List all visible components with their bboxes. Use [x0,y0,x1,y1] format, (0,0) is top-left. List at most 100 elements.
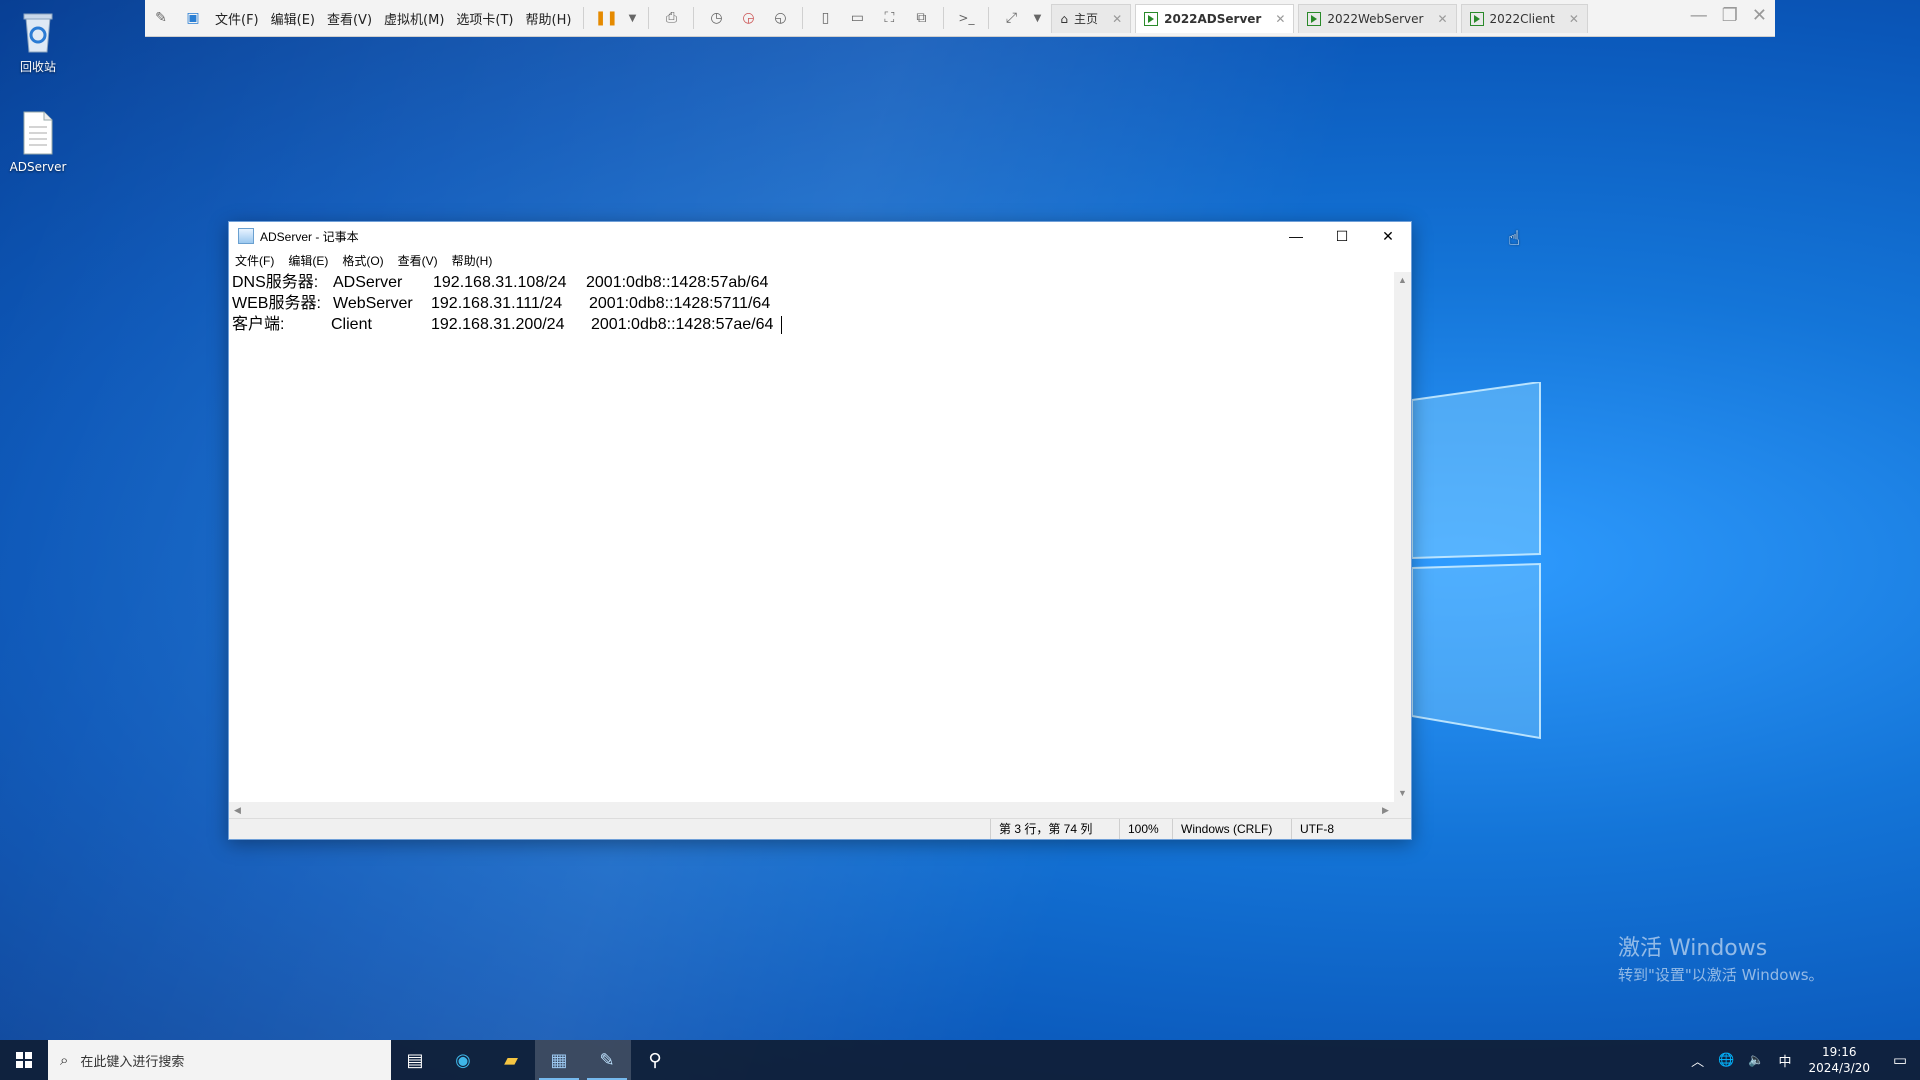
vm-running-icon [1469,11,1484,26]
menu-format[interactable]: 格式(O) [342,252,383,269]
clock-date: 2024/3/20 [1808,1061,1870,1075]
network-icon: ⚲ [648,1049,662,1071]
menu-help[interactable]: 帮助(H) [452,252,493,269]
role-text: 客户端: [232,316,285,333]
menu-view[interactable]: 查看(V) [398,252,438,269]
stretch-dropdown-icon[interactable]: ▼ [1032,7,1042,29]
task-view-icon: ▤ [406,1049,424,1071]
recycle-bin-label: 回收站 [19,60,56,74]
file-explorer-button[interactable]: ▰ [487,1040,535,1080]
vmware-logo-icon: ▣ [186,10,200,26]
vm-running-icon [1144,11,1159,26]
send-ctrl-alt-del-icon[interactable]: ⎙ [660,7,682,29]
separator [583,7,585,29]
edge-button[interactable]: ◉ [439,1040,487,1080]
start-button[interactable] [0,1040,48,1080]
snapshot-manager-icon[interactable]: ◵ [769,7,791,29]
vm-menu-vm[interactable]: 虚拟机(M) [378,9,450,28]
tab-home[interactable]: ⌂ 主页 ✕ [1051,3,1132,33]
status-cursor-position: 第 3 行，第 74 列 [990,819,1119,839]
text-editor[interactable]: DNS服务器: ADServer 192.168.31.108/24 2001:… [232,272,1392,802]
scroll-right-icon[interactable]: ▶ [1377,802,1394,819]
network-status-icon[interactable]: 🌐 [1718,1053,1734,1068]
notepad-menubar: 文件(F) 编辑(E) 格式(O) 查看(V) 帮助(H) [229,250,1411,270]
vertical-scrollbar[interactable]: ▲ ▼ [1394,272,1411,802]
unity-icon[interactable]: ⧉ [910,7,932,29]
vm-menu-view[interactable]: 查看(V) [321,9,378,28]
scroll-left-icon[interactable]: ◀ [229,802,246,819]
adserver-file-shortcut[interactable]: ADServer [0,110,76,174]
notification-center-button[interactable]: ▭ [1880,1051,1920,1069]
role-text: DNS服务器: [232,274,319,291]
notepad-icon [238,228,254,244]
clock[interactable]: 19:16 2024/3/20 [1808,1044,1870,1076]
ipv4-text: 192.168.31.200/24 [431,316,565,333]
vm-menu-edit[interactable]: 编辑(E) [265,9,321,28]
ipv6-text: 2001:0db8::1428:5711/64 [589,295,771,312]
thumbnail-view-icon[interactable]: ▭ [846,7,868,29]
windows-logo-wallpaper [1411,380,1542,742]
home-icon: ⌂ [1060,11,1069,26]
text-file-icon [18,110,58,156]
status-bar: 第 3 行，第 74 列 100% Windows (CRLF) UTF-8 [229,818,1411,839]
tab-home-label: 主页 [1074,12,1099,26]
scrollbar-corner [1394,802,1411,819]
snapshot-icon[interactable]: ◷ [705,7,727,29]
restore-icon[interactable]: ❐ [1722,5,1738,26]
role-text: WEB服务器: [232,295,321,312]
vm-menu-tabs[interactable]: 选项卡(T) [450,9,519,28]
adserver-file-label: ADServer [9,160,67,174]
text-line: DNS服务器: ADServer 192.168.31.108/24 2001:… [232,272,1392,293]
console-icon[interactable]: >_ [955,7,977,29]
horizontal-scrollbar[interactable]: ◀ ▶ [229,802,1394,819]
vm-menu-file[interactable]: 文件(F) [209,9,265,28]
menu-edit[interactable]: 编辑(E) [288,252,328,269]
close-button[interactable]: ✕ [1365,222,1411,250]
minimize-button[interactable]: — [1273,222,1319,250]
server-manager-button[interactable]: ▦ [535,1040,583,1080]
vm-menu-help[interactable]: 帮助(H) [520,9,578,28]
tab-2022webserver[interactable]: 2022WebServer ✕ [1298,3,1457,33]
full-screen-icon[interactable]: ⛶ [878,7,900,29]
scroll-down-icon[interactable]: ▼ [1394,785,1411,802]
maximize-button[interactable]: ☐ [1319,222,1365,250]
close-icon[interactable]: ✕ [1752,5,1767,26]
stretch-icon[interactable]: ⤢ [1000,7,1022,29]
activation-watermark: 激活 Windows 转到"设置"以激活 Windows。 [1618,930,1824,985]
network-app-button[interactable]: ⚲ [631,1040,679,1080]
windows-start-icon [16,1052,32,1068]
status-encoding: UTF-8 [1291,819,1380,839]
notepad-titlebar[interactable]: ADServer - 记事本 [229,222,1411,250]
close-icon[interactable]: ✕ [1569,12,1579,26]
show-hidden-icons-icon[interactable]: ︿ [1691,1051,1704,1070]
text-line: WEB服务器: WebServer 192.168.31.111/24 2001… [232,293,1392,314]
ipv6-text: 2001:0db8::1428:57ae/64 [591,316,774,333]
taskbar-search-box[interactable]: ⌕ 在此键入进行搜索 [48,1040,391,1080]
ipv6-text: 2001:0db8::1428:57ab/64 [586,274,769,291]
pin-icon[interactable]: ✎ [150,7,172,29]
search-placeholder: 在此键入进行搜索 [80,1053,185,1069]
snapshot-revert-icon[interactable]: ◶ [737,7,759,29]
vmware-window-controls: — ❐ ✕ [1690,5,1767,26]
ime-indicator[interactable]: 中 [1778,1051,1791,1070]
pause-icon[interactable]: ❚❚ [595,7,618,29]
recycle-bin-shortcut[interactable]: 回收站 [0,8,76,75]
notification-icon: ▭ [1892,1051,1908,1069]
tab-2022adserver[interactable]: 2022ADServer ✕ [1135,3,1295,33]
volume-muted-icon[interactable]: 🔈 [1748,1053,1764,1068]
tab-2022client[interactable]: 2022Client ✕ [1460,3,1588,33]
library-view-icon[interactable]: ▯ [814,7,836,29]
notepad-taskbar-button[interactable]: ✎ [583,1040,631,1080]
dropdown-arrow-icon[interactable]: ▼ [627,7,637,29]
task-view-button[interactable]: ▤ [391,1040,439,1080]
minimize-icon[interactable]: — [1690,5,1708,26]
status-line-ending: Windows (CRLF) [1172,819,1291,839]
separator [943,7,945,29]
scroll-up-icon[interactable]: ▲ [1394,272,1411,289]
close-icon[interactable]: ✕ [1275,12,1285,26]
menu-file[interactable]: 文件(F) [235,252,274,269]
search-icon: ⌕ [60,1051,69,1069]
close-icon[interactable]: ✕ [1112,12,1122,26]
close-icon[interactable]: ✕ [1437,12,1447,26]
text-line: 客户端: Client 192.168.31.200/24 2001:0db8:… [232,314,1392,335]
